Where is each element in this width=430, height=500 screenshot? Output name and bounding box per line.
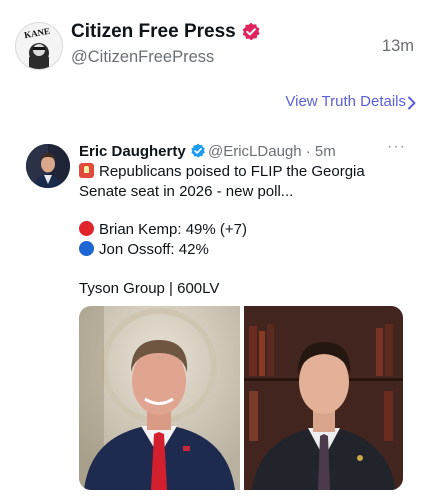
author-avatar[interactable]: KANE [15, 22, 63, 70]
kemp-photo[interactable] [79, 306, 240, 490]
verified-badge-icon [191, 143, 205, 158]
author-handle[interactable]: @CitizenFreePress [71, 48, 214, 67]
chevron-right-icon[interactable] [407, 96, 417, 110]
post-timestamp: 13m [381, 37, 414, 55]
red-circle-icon [79, 221, 94, 236]
verified-badge-icon [242, 22, 260, 41]
ossoff-photo[interactable] [244, 306, 403, 490]
blue-circle-icon [79, 241, 94, 256]
ossoff-result-text: Jon Ossoff: 42% [99, 241, 209, 258]
kemp-result-text: Brian Kemp: 49% (+7) [99, 221, 247, 238]
view-truth-details-link[interactable]: View Truth Details [285, 93, 406, 110]
embedded-text-line-2: Senate seat in 2026 - new poll... [79, 183, 294, 200]
embedded-text-line: Republicans poised to FLIP the Georgia [79, 162, 365, 182]
siren-emoji-icon [79, 163, 94, 178]
embedded-author-name[interactable]: Eric Daugherty [79, 143, 186, 160]
embedded-author-handle-and-time[interactable]: @EricLDaugh · 5m [208, 143, 336, 160]
embedded-author-avatar[interactable] [26, 144, 70, 188]
kemp-result: Brian Kemp: 49% (+7) [79, 220, 247, 240]
more-options-icon[interactable]: ··· [387, 138, 406, 156]
poll-source: Tyson Group | 600LV [79, 280, 220, 297]
embedded-text-line-1: Republicans poised to FLIP the Georgia [99, 163, 365, 180]
author-name[interactable]: Citizen Free Press [71, 21, 236, 43]
ossoff-result: Jon Ossoff: 42% [79, 240, 209, 260]
